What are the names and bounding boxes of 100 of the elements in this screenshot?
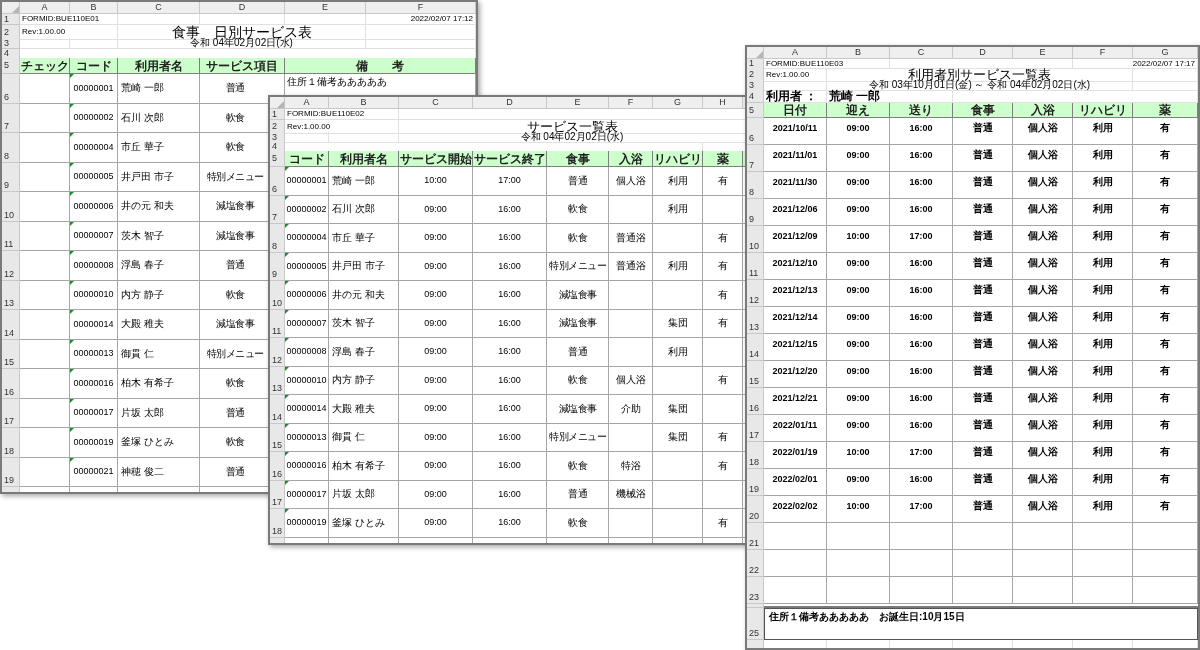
row-number[interactable]: 12 <box>2 251 20 281</box>
column-letter[interactable]: A <box>20 2 70 14</box>
row-number[interactable]: 18 <box>2 428 20 458</box>
table-cell: 個人浴 <box>1013 145 1073 172</box>
row-number[interactable]: 8 <box>747 172 764 199</box>
row-number[interactable]: 8 <box>270 224 285 253</box>
row-number[interactable]: 16 <box>747 388 764 415</box>
column-letter[interactable]: H <box>703 97 743 109</box>
column-letter[interactable]: E <box>1013 47 1073 59</box>
table-cell: 00000019 <box>73 437 114 447</box>
row-number[interactable]: 15 <box>747 361 764 388</box>
row-number[interactable]: 11 <box>2 221 20 251</box>
table-cell: 個人浴 <box>1013 442 1073 469</box>
table-cell: 10:00 <box>399 167 473 196</box>
column-letter[interactable]: A <box>764 47 827 59</box>
row-number[interactable]: 9 <box>2 162 20 192</box>
row-number[interactable]: 13 <box>270 366 285 395</box>
column-letter[interactable]: B <box>827 47 890 59</box>
row-number[interactable]: 18 <box>270 509 285 538</box>
column-letter[interactable]: D <box>953 47 1013 59</box>
empty-cell <box>703 338 743 367</box>
column-letter[interactable]: C <box>118 2 200 14</box>
row-number[interactable]: 6 <box>747 118 764 145</box>
column-letter[interactable]: E <box>547 97 609 109</box>
row-number[interactable]: 17 <box>747 415 764 442</box>
table-cell: 2021/12/14 <box>764 307 827 334</box>
table-cell: 有 <box>703 224 743 253</box>
table-cell: 有 <box>1133 172 1198 199</box>
row-number[interactable]: 3 <box>2 38 20 49</box>
row-number[interactable]: 18 <box>747 442 764 469</box>
row-number[interactable]: 7 <box>270 195 285 224</box>
row-number[interactable]: 11 <box>747 253 764 280</box>
row-number[interactable]: 13 <box>747 307 764 334</box>
table-cell: 2021/12/20 <box>764 361 827 388</box>
row-number[interactable]: 6 <box>2 74 20 104</box>
row-number[interactable]: 7 <box>2 103 20 133</box>
row-number[interactable]: 5 <box>2 58 20 74</box>
row-number[interactable]: 1 <box>270 109 285 120</box>
row-number[interactable]: 16 <box>2 369 20 399</box>
column-letter[interactable]: D <box>200 2 285 14</box>
table-cell: 10:00 <box>827 496 890 523</box>
row-number[interactable]: 17 <box>270 480 285 509</box>
row-number[interactable]: 9 <box>747 199 764 226</box>
table-cell: 有 <box>703 167 743 196</box>
row-number[interactable]: 14 <box>747 334 764 361</box>
row-number[interactable]: 4 <box>747 90 764 103</box>
row-number[interactable]: 5 <box>747 103 764 118</box>
column-letter[interactable]: E <box>285 2 366 14</box>
table-cell: 軟食 <box>547 452 609 481</box>
table-cell: 普通 <box>547 167 609 196</box>
row-number[interactable]: 10 <box>747 226 764 253</box>
row-number[interactable]: 14 <box>2 310 20 340</box>
column-letter[interactable]: F <box>366 2 476 14</box>
table-cell: 00000004 <box>73 142 114 152</box>
row-number[interactable]: 15 <box>2 339 20 369</box>
column-letter[interactable]: F <box>609 97 653 109</box>
row-number[interactable]: 12 <box>270 338 285 367</box>
row-number[interactable]: 12 <box>747 280 764 307</box>
table-cell: 00000017 <box>286 489 327 499</box>
row-number[interactable]: 25 <box>747 608 764 640</box>
table-cell: 個人浴 <box>1013 307 1073 334</box>
row-number[interactable]: 8 <box>2 133 20 163</box>
row-number[interactable]: 16 <box>270 452 285 481</box>
row-number[interactable]: 13 <box>2 280 20 310</box>
row-number[interactable]: 11 <box>270 309 285 338</box>
row-number[interactable]: 5 <box>270 151 285 167</box>
row-number[interactable]: 21 <box>747 523 764 550</box>
table-cell: 有 <box>1133 469 1198 496</box>
column-letter[interactable]: B <box>70 2 118 14</box>
row-number[interactable]: 7 <box>747 145 764 172</box>
row-number[interactable]: 10 <box>2 192 20 222</box>
row-number[interactable]: 1 <box>2 14 20 25</box>
column-letter[interactable]: G <box>1133 47 1198 59</box>
row-number[interactable]: 23 <box>747 577 764 604</box>
row-number[interactable]: 6 <box>270 167 285 196</box>
row-number[interactable]: 9 <box>270 252 285 281</box>
row-number[interactable]: 19 <box>747 469 764 496</box>
table-cell: 利用 <box>1073 442 1133 469</box>
row-number[interactable]: 19 <box>2 457 20 487</box>
column-letter[interactable]: A <box>285 97 329 109</box>
table-cell: 16:00 <box>890 415 953 442</box>
column-letter[interactable]: C <box>890 47 953 59</box>
column-letter[interactable]: G <box>653 97 703 109</box>
table-cell: 09:00 <box>827 388 890 415</box>
column-letter[interactable]: F <box>1073 47 1133 59</box>
table-cell: 有 <box>1133 388 1198 415</box>
row-number[interactable]: 20 <box>747 496 764 523</box>
column-letter[interactable]: C <box>399 97 473 109</box>
row-number[interactable]: 10 <box>270 281 285 310</box>
table-cell: 09:00 <box>399 281 473 310</box>
table-cell: 石川 次郎 <box>118 103 200 133</box>
table-cell: 00000014 <box>73 319 114 329</box>
table-cell: 特別メニュー <box>547 252 609 281</box>
row-number[interactable]: 15 <box>270 423 285 452</box>
row-number[interactable]: 14 <box>270 395 285 424</box>
column-letter[interactable]: B <box>329 97 399 109</box>
row-number[interactable]: 17 <box>2 398 20 428</box>
row-number[interactable]: 22 <box>747 550 764 577</box>
table-cell: 浮島 春子 <box>329 338 399 367</box>
column-letter[interactable]: D <box>473 97 547 109</box>
